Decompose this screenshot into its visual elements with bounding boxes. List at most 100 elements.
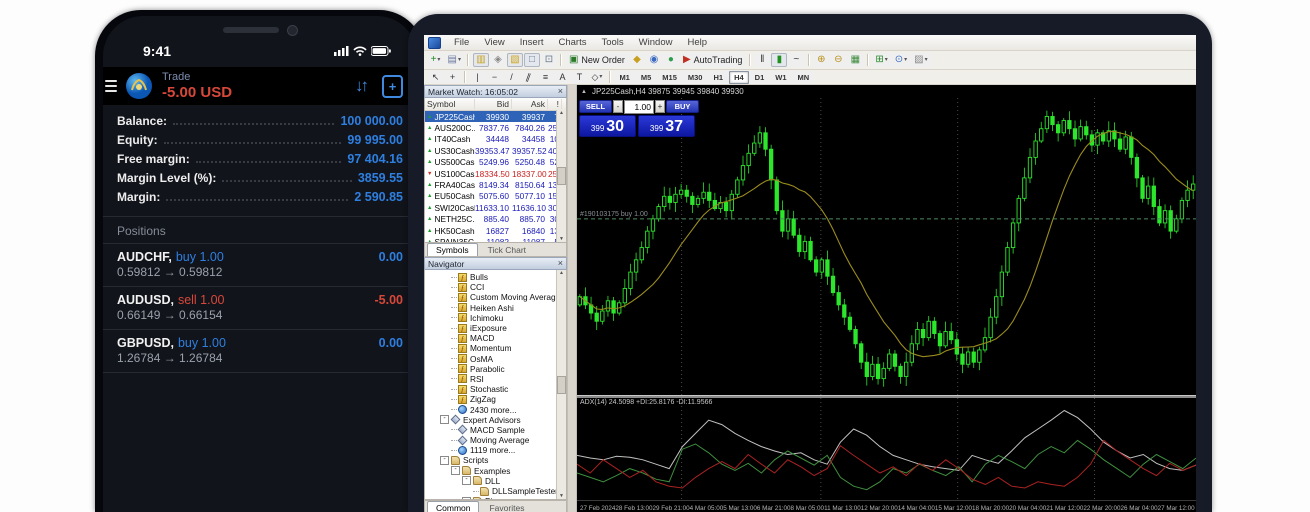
timeframe-m15[interactable]: M15 — [657, 71, 682, 84]
crosshair-icon[interactable]: + — [445, 71, 461, 83]
hamburger-menu-icon[interactable] — [105, 80, 117, 92]
position-row[interactable]: AUDUSD,sell 1.00-5.000.66149 → 0.66154 — [103, 287, 417, 330]
vertical-line-icon[interactable]: | — [470, 71, 486, 83]
tree-item-macd-sample[interactable]: MACD Sample — [425, 425, 566, 435]
cursor-icon[interactable]: ↖ — [428, 71, 444, 83]
label-icon[interactable]: T — [572, 71, 588, 83]
tree-item-1119-more-[interactable]: 1119 more... — [425, 445, 566, 455]
terminal-icon[interactable]: □ — [524, 53, 540, 67]
horizontal-line-icon[interactable]: − — [487, 71, 503, 83]
fibonacci-icon[interactable]: ≡ — [538, 71, 554, 83]
trendline-icon[interactable]: / — [504, 71, 520, 83]
timeframe-h4[interactable]: H4 — [729, 71, 749, 84]
tree-expander-icon[interactable]: - — [440, 456, 449, 465]
tree-item-2430-more-[interactable]: 2430 more... — [425, 404, 566, 414]
market-watch-row[interactable]: ▲EU50Cash5075.605077.10150 — [425, 191, 566, 202]
tree-item-stochastic[interactable]: ƒStochastic — [425, 384, 566, 394]
menu-help[interactable]: Help — [680, 36, 714, 49]
scroll-down-icon[interactable]: ▼ — [559, 493, 564, 499]
scroll-thumb[interactable] — [557, 167, 566, 185]
tab-tick-chart[interactable]: Tick Chart — [479, 243, 535, 256]
scroll-up-icon[interactable]: ▲ — [559, 270, 564, 276]
periods-icon[interactable]: ⊙▾ — [892, 53, 910, 67]
navigator-scrollbar[interactable]: ▲ ▼ — [556, 270, 566, 499]
market-watch-row[interactable]: ▲SPAIN35C...11082110875 — [425, 236, 566, 242]
volume-decrease-button[interactable]: - — [613, 100, 623, 113]
market-watch-row[interactable]: ▼US100Cash18334.5018337.00250 — [425, 168, 566, 179]
tree-item-dllsampletester[interactable]: DLLSampleTester — [425, 486, 566, 496]
sell-button[interactable]: SELL — [579, 100, 612, 113]
tree-expander-icon[interactable]: - — [462, 497, 471, 500]
column-header-symbol[interactable]: Symbol — [425, 99, 475, 109]
menu-charts[interactable]: Charts — [552, 36, 594, 49]
sort-deals-icon[interactable]: ↓↑ — [355, 76, 366, 96]
market-watch-row[interactable]: ▲US30Cash39353.4739357.52405 — [425, 145, 566, 156]
new-chart-icon[interactable]: +▾ — [428, 53, 444, 67]
tree-expander-icon[interactable]: - — [451, 466, 460, 475]
autotrading-icon[interactable]: ▶AutoTrading — [680, 53, 745, 67]
scroll-thumb[interactable] — [557, 376, 566, 394]
tree-item-parabolic[interactable]: ƒParabolic — [425, 364, 566, 374]
tab-favorites[interactable]: Favorites — [480, 501, 533, 512]
market-watch-icon[interactable]: ▥ — [473, 53, 489, 67]
market-watch-row[interactable]: ▲NETH25C...885.40885.7030 — [425, 214, 566, 225]
templates-icon[interactable]: ▨▾ — [911, 53, 930, 67]
tree-item-iexposure[interactable]: ƒiExposure — [425, 323, 566, 333]
tree-item-expert-advisors[interactable]: -Expert Advisors — [425, 415, 566, 425]
tree-item-momentum[interactable]: ƒMomentum — [425, 343, 566, 353]
market-watch-row[interactable]: ▲IT40Cash344483445810 — [425, 134, 566, 145]
scroll-up-icon[interactable]: ▲ — [559, 110, 564, 116]
text-icon[interactable]: A — [555, 71, 571, 83]
tree-item-custom-moving-averages[interactable]: ƒCustom Moving Averages — [425, 292, 566, 302]
timeframe-mn[interactable]: MN — [793, 71, 815, 84]
metaeditor-icon[interactable]: ◆ — [629, 53, 645, 67]
position-row[interactable]: AUDCHF,buy 1.000.000.59812 → 0.59812 — [103, 243, 417, 287]
timeframe-d1[interactable]: D1 — [750, 71, 770, 84]
zoom-out-icon[interactable]: ⊖ — [830, 53, 846, 67]
new-order-icon[interactable]: ▣New Order — [566, 53, 628, 67]
market-watch-row[interactable]: ▲HK50Cash168271684013 — [425, 225, 566, 236]
candlestick-chart-icon[interactable]: ▮ — [771, 53, 787, 67]
market-watch-row[interactable]: ▲AUS200C...7837.767840.26250 — [425, 122, 566, 133]
sell-price-tile[interactable]: 399 30 — [579, 115, 636, 137]
buy-price-tile[interactable]: 399 37 — [638, 115, 695, 137]
column-header-[interactable]: ! — [548, 99, 562, 109]
data-window-icon[interactable]: ◈ — [490, 53, 506, 67]
tree-expander-icon[interactable]: - — [462, 476, 471, 485]
volume-increase-button[interactable]: + — [655, 100, 665, 113]
tree-item-osma[interactable]: ƒOsMA — [425, 354, 566, 364]
panel-splitter[interactable] — [567, 85, 577, 512]
tree-item-examples[interactable]: -Examples — [425, 466, 566, 476]
tree-item-cci[interactable]: ƒCCI — [425, 282, 566, 292]
strategy-tester-icon[interactable]: ⊡ — [541, 53, 557, 67]
tree-expander-icon[interactable]: - — [440, 415, 449, 424]
timeframe-w1[interactable]: W1 — [770, 71, 791, 84]
tree-item-dll[interactable]: -DLL — [425, 476, 566, 486]
price-chart[interactable]: #190103175 buy 1.00 SELL - 1.00 + BUY — [577, 98, 1196, 395]
tree-item-heiken-ashi[interactable]: ƒHeiken Ashi — [425, 303, 566, 313]
column-header-ask[interactable]: Ask — [512, 99, 548, 109]
timeframe-m30[interactable]: M30 — [683, 71, 708, 84]
close-icon[interactable]: × — [558, 259, 563, 268]
styles-icon[interactable]: ◉ — [646, 53, 662, 67]
tile-windows-icon[interactable]: ▦ — [847, 53, 863, 67]
market-watch-row[interactable]: ▲US500Cash5249.965250.4852 — [425, 157, 566, 168]
adx-indicator-pane[interactable]: ADX(14) 24.5098 +DI:25.8176 -DI:11.9566 — [577, 398, 1196, 500]
menu-view[interactable]: View — [477, 36, 511, 49]
tree-item-bulls[interactable]: ƒBulls — [425, 272, 566, 282]
tab-common[interactable]: Common — [427, 501, 479, 512]
channel-icon[interactable]: ∥ — [521, 71, 537, 83]
zoom-in-icon[interactable]: ⊕ — [813, 53, 829, 67]
tree-item-zigzag[interactable]: ƒZigZag — [425, 394, 566, 404]
line-chart-icon[interactable]: ~ — [788, 53, 804, 67]
position-row[interactable]: GBPUSD,buy 1.000.001.26784 → 1.26784 — [103, 330, 417, 373]
navigator-icon[interactable]: ▧ — [507, 53, 523, 67]
community-icon[interactable]: ● — [663, 53, 679, 67]
tree-item-moving-average[interactable]: Moving Average — [425, 435, 566, 445]
scroll-down-icon[interactable]: ▼ — [559, 236, 564, 242]
bar-chart-icon[interactable]: ‖ — [754, 53, 770, 67]
market-watch-scrollbar[interactable]: ▲ ▼ — [556, 110, 566, 242]
tree-item-ichimoku[interactable]: ƒIchimoku — [425, 313, 566, 323]
market-watch-row[interactable]: ▲SWI20Cash11633.1011636.10300 — [425, 202, 566, 213]
volume-input[interactable]: 1.00 — [624, 100, 654, 114]
